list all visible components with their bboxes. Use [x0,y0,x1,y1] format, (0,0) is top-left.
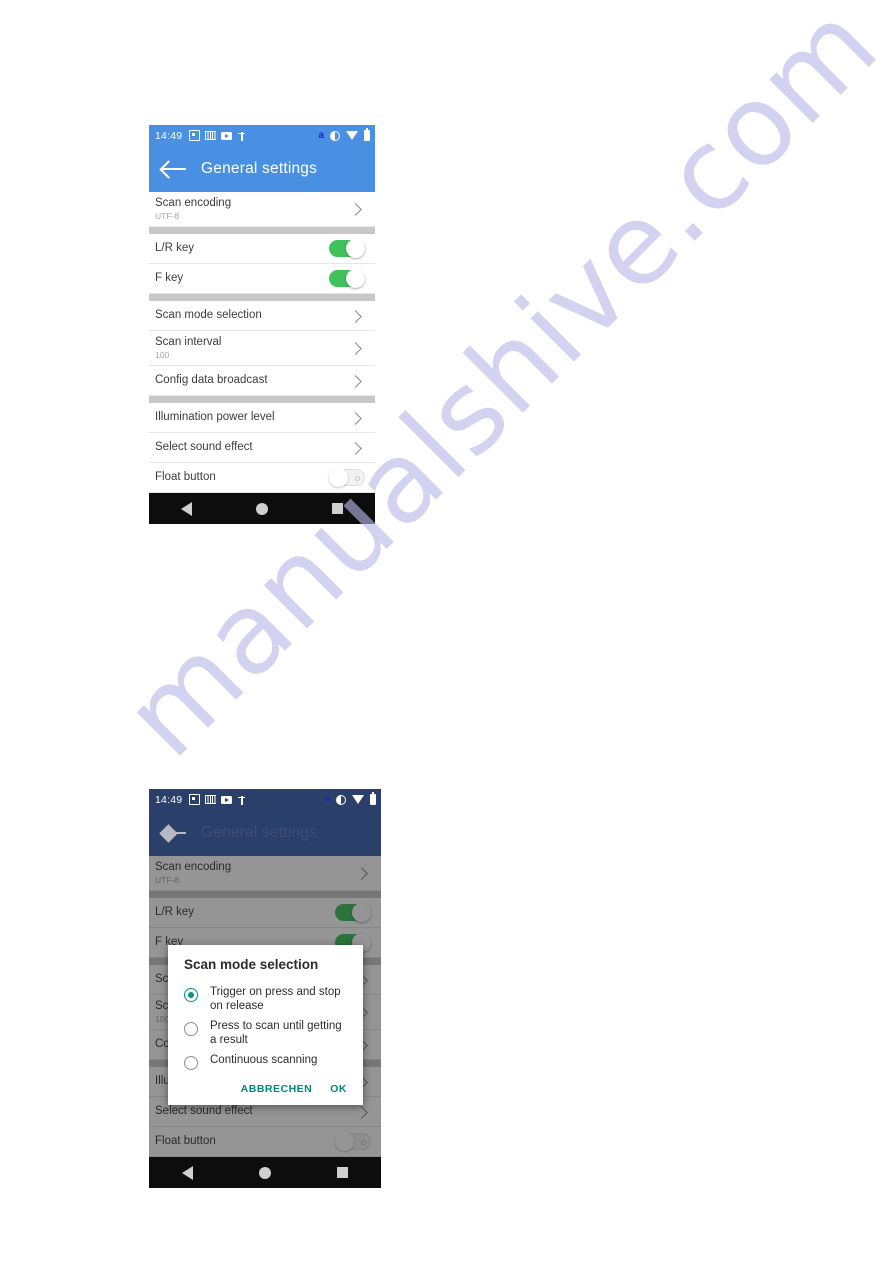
row-texts: F key [155,267,329,290]
list-item-config-data-broadcast[interactable]: Config data broadcast [149,366,375,396]
home-circle-icon[interactable] [256,502,268,515]
page-title: General settings [201,160,318,177]
toggle-lr-key[interactable] [329,239,365,258]
recents-square-icon[interactable] [332,503,343,514]
list-item-lr-key[interactable]: L/R key [149,234,375,264]
app-box-icon [189,130,201,141]
list-item-scan-encoding[interactable]: Scan encoding UTF-8 [149,192,375,227]
amazon-a-icon: a [318,129,324,141]
battery-icon [370,792,376,805]
wifi-icon [346,131,358,140]
row-texts: L/R key [155,237,329,260]
row-title: Scan interval [155,336,222,348]
list-item-f-key[interactable]: F key [149,264,375,294]
row-title: Illumination power level [155,411,275,423]
radio-option-continuous-scanning[interactable]: Continuous scanning [168,1050,363,1073]
list-item-select-sound-effect[interactable]: Select sound effect [149,433,375,463]
row-title: Float button [155,471,216,483]
list-item-scan-interval[interactable]: Scan interval 100 [149,331,375,366]
radio-unselected-icon[interactable] [184,1056,198,1070]
back-triangle-icon[interactable] [181,501,192,516]
status-left-icons [189,130,246,141]
chevron-right-icon [349,202,363,216]
scan-mode-dialog: Scan mode selection Trigger on press and… [168,945,363,1105]
chevron-right-icon [349,341,363,355]
settings-list: Scan encoding UTF-8 L/R key F key Scan m… [149,192,375,493]
recents-square-icon[interactable] [337,1167,348,1178]
status-clock: 14:49 [155,793,183,806]
list-item-scan-mode-selection[interactable]: Scan mode selection [149,301,375,331]
app-bar: General settings [149,146,375,192]
row-texts: Scan encoding UTF-8 [155,192,349,226]
chevron-right-icon [349,309,363,323]
app-bar: General settings [149,810,381,856]
cancel-button[interactable]: ABBRECHEN [241,1083,313,1095]
usb-icon [237,131,246,141]
chevron-right-icon [349,441,363,455]
row-subtitle: 100 [155,350,170,360]
radio-option-label: Continuous scanning [210,1054,318,1066]
toggle-f-key[interactable] [329,269,365,288]
screen-content: Scan encoding UTF-8 L/R key F key 100 Se… [149,856,381,1157]
amazon-a-icon: a [324,793,330,805]
list-group-divider [149,294,375,301]
radio-unselected-icon[interactable] [184,1022,198,1036]
row-texts: Select sound effect [155,436,349,459]
row-title: L/R key [155,242,194,254]
row-title: Select sound effect [155,441,253,453]
do-not-disturb-icon [330,130,340,141]
dialog-actions: ABBRECHEN OK [168,1073,363,1099]
list-item-float-button[interactable]: Float button [149,463,375,493]
row-texts: Illumination power level [155,406,349,429]
system-nav-bar [149,493,375,524]
page-watermark: manualshive.com [0,0,893,1263]
back-triangle-icon[interactable] [182,1165,193,1180]
system-nav-bar [149,1157,381,1188]
chevron-right-icon [349,411,363,425]
status-bar: 14:49 a [149,125,375,146]
row-texts: Scan interval 100 [155,331,349,365]
row-title: F key [155,272,184,284]
radio-option-press-to-scan[interactable]: Press to scan until getting a result [168,1016,363,1050]
status-left-icons [189,794,246,805]
status-right-icons: a [324,792,376,805]
dialog-title: Scan mode selection [184,957,319,972]
usb-icon [237,795,246,805]
do-not-disturb-icon [336,794,346,805]
back-arrow-icon[interactable] [157,152,191,186]
row-subtitle: UTF-8 [155,211,180,221]
list-group-divider [149,396,375,403]
radio-selected-icon[interactable] [184,988,198,1002]
screenshot-scan-mode-dialog: 14:49 a General settings Scan encoding U… [149,789,381,1188]
barcode-icon [205,795,217,804]
battery-icon [364,128,370,141]
row-title: Config data broadcast [155,374,268,386]
video-play-icon [221,131,233,140]
status-right-icons: a [318,128,370,141]
list-item-illumination-power-level[interactable]: Illumination power level [149,403,375,433]
app-box-icon [189,794,201,805]
row-texts: Scan mode selection [155,304,349,327]
row-texts: Float button [155,466,329,489]
row-title: Scan encoding [155,197,232,209]
status-bar: 14:49 a [149,789,381,810]
video-play-icon [221,795,233,804]
row-title: Scan mode selection [155,309,262,321]
status-clock: 14:49 [155,129,183,142]
radio-option-label: Press to scan until getting a result [210,1020,342,1046]
wifi-icon [352,795,364,804]
list-group-divider [149,227,375,234]
radio-option-trigger-on-press[interactable]: Trigger on press and stop on release [168,982,363,1016]
chevron-right-icon [349,374,363,388]
page-title: General settings [201,824,318,841]
ok-button[interactable]: OK [330,1083,347,1095]
radio-option-label: Trigger on press and stop on release [210,986,341,1012]
back-arrow-icon[interactable] [157,816,191,850]
barcode-icon [205,131,217,140]
row-texts: Config data broadcast [155,369,349,392]
toggle-float-button[interactable] [329,468,365,487]
screenshot-general-settings: 14:49 a General settings Scan encoding U… [149,125,375,524]
home-circle-icon[interactable] [259,1166,271,1179]
